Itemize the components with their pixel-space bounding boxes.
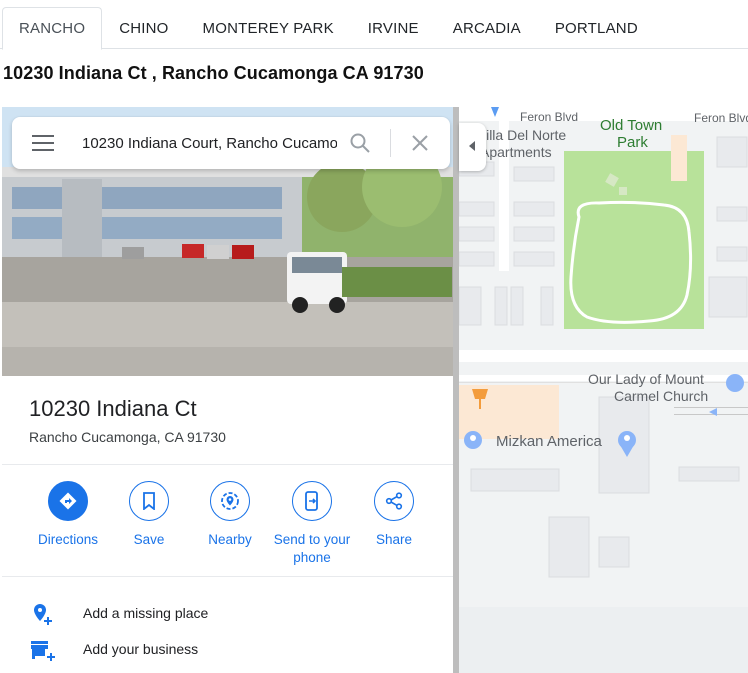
tab-label: MONTEREY PARK [202,19,334,37]
road-label-feron-blvd: Feron Blvd [520,110,579,124]
close-icon[interactable] [408,131,432,155]
add-business-row[interactable]: Add your business [2,633,453,667]
tab-label: RANCHO [19,20,86,37]
share-button[interactable]: Share [349,481,439,549]
menu-icon[interactable] [32,134,54,152]
poi-label-villa-del-norte: Villa Del Norte [477,127,567,143]
road-label-feron-blvd: Feron Blvd [694,111,748,125]
tab-label: IRVINE [367,19,419,37]
poi-label-apartments: Apartments [480,144,552,160]
bookmark-icon [129,481,169,521]
send-to-phone-button[interactable]: Send to your phone [267,481,357,567]
search-icon[interactable] [348,131,372,155]
directions-icon [48,481,88,521]
divider [2,576,453,577]
send-to-phone-icon [292,481,332,521]
add-missing-place-row[interactable]: Add a missing place [2,597,453,631]
divider [2,464,453,465]
address-heading: 10230 Indiana Ct , Rancho Cucamonga CA 9… [3,63,424,83]
street-view-photo[interactable] [2,107,453,376]
place-address: Rancho Cucamonga, CA 91730 [29,429,226,445]
share-icon [374,481,414,521]
search-box [12,117,450,169]
place-title: 10230 Indiana Ct [29,396,197,421]
poi-label-mizkan: Mizkan America [496,433,602,450]
tab-chino[interactable]: CHINO [102,7,185,49]
tab-label: CHINO [119,19,169,37]
tab-label: PORTLAND [554,19,638,37]
search-input[interactable] [82,131,337,155]
tab-label: ARCADIA [452,19,521,37]
nearby-button[interactable]: Nearby [185,481,275,549]
add-missing-place-label: Add a missing place [83,605,209,621]
poi-label-park: Park [617,134,648,151]
tab-irvine[interactable]: IRVINE [351,7,436,49]
send-to-phone-label: Send to your phone [273,532,351,565]
add-business-icon [30,638,55,662]
share-label: Share [375,532,413,547]
directions-label: Directions [37,532,99,547]
poi-label-old-town: Old Town [600,117,663,134]
save-label: Save [133,532,165,547]
poi-label-church: Carmel Church [614,388,709,404]
add-place-icon [30,602,54,626]
tab-rancho[interactable]: RANCHO [2,7,103,50]
search-divider [390,129,391,157]
add-business-label: Add your business [83,641,199,657]
panel-divider[interactable] [453,107,459,673]
tab-arcadia[interactable]: ARCADIA [436,7,538,49]
tab-monterey-park[interactable]: MONTEREY PARK [186,7,351,49]
nearby-icon [210,481,250,521]
directions-button[interactable]: Directions [23,481,113,549]
place-panel: 10230 Indiana Ct Rancho Cucamonga, CA 91… [2,107,453,673]
embedded-map[interactable]: Feron Blvd Feron Blvd Villa Del Norte Ap… [2,107,748,673]
nearby-label: Nearby [208,532,252,547]
collapse-panel-button[interactable] [459,123,486,171]
map-canvas[interactable]: Feron Blvd Feron Blvd Villa Del Norte Ap… [459,107,748,673]
save-button[interactable]: Save [104,481,194,549]
city-tabs: RANCHO CHINO MONTEREY PARK IRVINE ARCADI… [0,0,748,50]
tab-portland[interactable]: PORTLAND [538,7,655,49]
action-bar: Directions Save Nearby Send to your phon… [2,481,453,571]
chevron-left-icon [468,138,477,156]
poi-label-church: Our Lady of Mount [588,371,704,387]
